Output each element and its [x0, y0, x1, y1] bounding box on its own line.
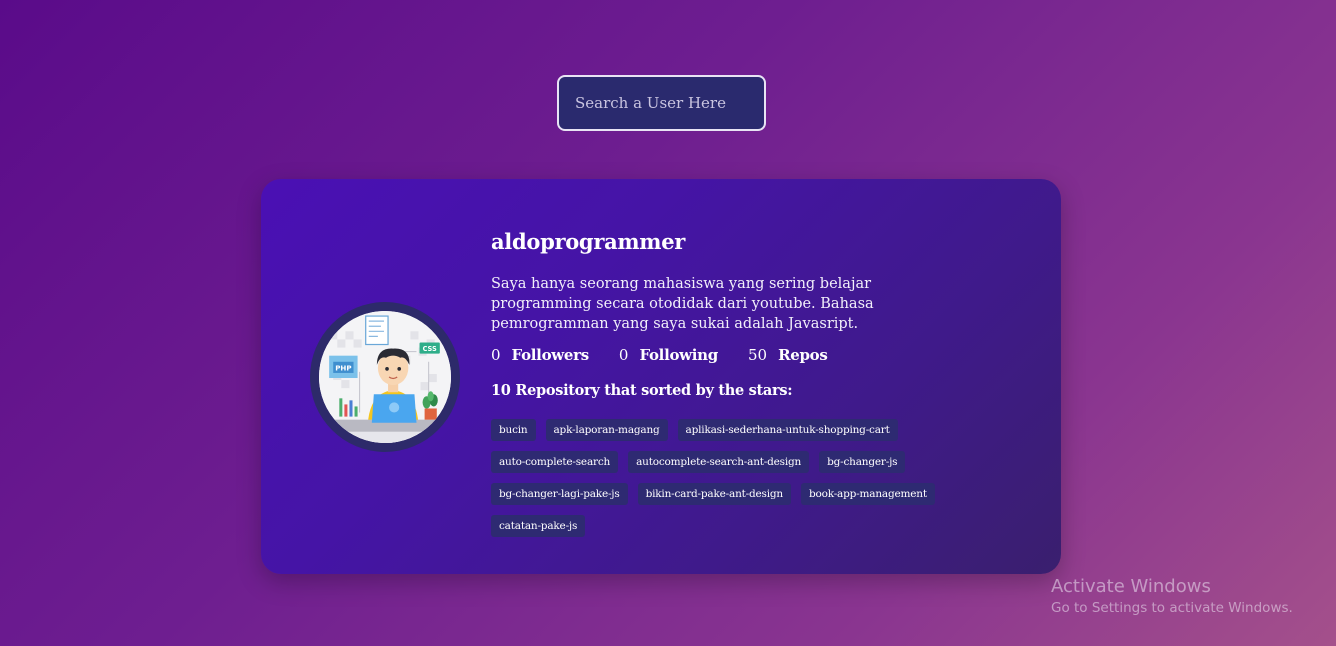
repo-link[interactable]: bucin [491, 419, 536, 441]
svg-text:CSS: CSS [423, 345, 437, 353]
repo-link[interactable]: catatan-pake-js [491, 515, 586, 537]
stat-repos: 50 Repos [748, 346, 828, 364]
followers-label: Followers [511, 346, 590, 364]
profile-info: aldoprogrammer Saya hanya seorang mahasi… [491, 229, 1011, 547]
repo-link[interactable]: auto-complete-search [491, 451, 619, 473]
repositories-title: 10 Repository that sorted by the stars: [491, 382, 793, 399]
svg-text:PHP: PHP [335, 363, 351, 372]
profile-card: CSS PHP aldoprogrammer Saya hanya seoran… [261, 179, 1061, 574]
watermark-subtitle: Go to Settings to activate Windows. [1051, 600, 1293, 616]
search-input[interactable] [557, 75, 766, 131]
following-label: Following [639, 346, 718, 364]
search-container [557, 75, 766, 131]
repo-link[interactable]: apk-laporan-magang [545, 419, 668, 441]
stat-followers: 0 Followers [491, 346, 589, 364]
stats: 0 Followers 0 Following 50 Repos [491, 346, 1011, 364]
following-count: 0 [618, 346, 629, 364]
windows-activation-watermark: Activate Windows Go to Settings to activ… [1051, 576, 1293, 616]
repo-link[interactable]: bikin-card-pake-ant-design [637, 483, 791, 505]
stat-following: 0 Following [619, 346, 718, 364]
repo-link[interactable]: aplikasi-sederhana-untuk-shopping-cart [677, 419, 898, 441]
followers-count: 0 [491, 346, 501, 364]
programmer-avatar-icon: CSS PHP [319, 311, 451, 443]
repos-label: Repos [778, 346, 828, 364]
repository-list: bucin apk-laporan-magang aplikasi-sederh… [491, 419, 991, 547]
repo-link[interactable]: bg-changer-js [819, 451, 906, 473]
repo-link[interactable]: bg-changer-lagi-pake-js [491, 483, 628, 505]
repo-link[interactable]: autocomplete-search-ant-design [628, 451, 810, 473]
username: aldoprogrammer [491, 229, 686, 254]
repo-link[interactable]: book-app-management [800, 483, 935, 505]
avatar: CSS PHP [310, 302, 460, 452]
repos-count: 50 [747, 346, 768, 364]
bio: Saya hanya seorang mahasiswa yang sering… [491, 276, 874, 332]
watermark-title: Activate Windows [1051, 576, 1211, 597]
